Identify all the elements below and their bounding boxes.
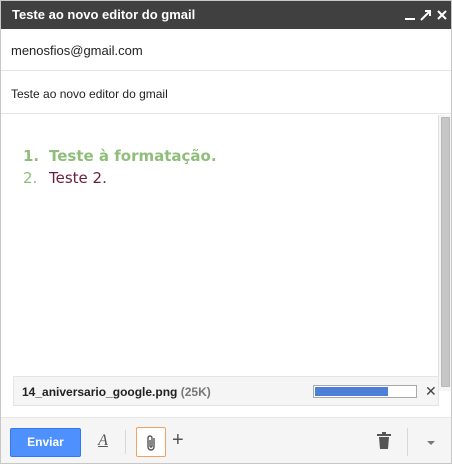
compose-title: Teste ao novo editor do gmail bbox=[12, 7, 196, 22]
numbered-list: 1. Teste à formatação. 2. Teste 2. bbox=[23, 145, 217, 189]
list-item-text: Teste à formatação. bbox=[49, 147, 217, 165]
send-button[interactable]: Enviar bbox=[10, 428, 81, 457]
list-item: 1. Teste à formatação. bbox=[23, 145, 217, 167]
scrollbar-thumb[interactable] bbox=[441, 117, 450, 387]
subject-text[interactable]: Teste ao novo editor do gmail bbox=[11, 87, 168, 101]
attachment-filename[interactable]: 14_aniversario_google.png (25K) bbox=[22, 385, 211, 399]
body-scrollbar[interactable] bbox=[438, 115, 451, 391]
minimize-icon[interactable] bbox=[403, 5, 417, 23]
paperclip-icon bbox=[147, 435, 155, 451]
attachment-name: 14_aniversario_google.png bbox=[22, 385, 178, 399]
recipients-field[interactable]: menosfios@gmail.com bbox=[1, 29, 451, 71]
close-icon[interactable] bbox=[435, 5, 449, 23]
compose-toolbar: Enviar A + bbox=[1, 417, 451, 463]
text-format-icon[interactable]: A bbox=[95, 432, 111, 452]
remove-attachment-icon[interactable]: ✕ bbox=[425, 383, 437, 400]
recipient-email[interactable]: menosfios@gmail.com bbox=[11, 43, 143, 58]
upload-progress-bar bbox=[313, 385, 417, 398]
compose-window: Teste ao novo editor do gmail menosfios@… bbox=[0, 0, 452, 464]
plus-icon[interactable]: + bbox=[172, 429, 184, 452]
attachment-size: (25K) bbox=[180, 385, 211, 399]
attachment-chip: 14_aniversario_google.png (25K) ✕ bbox=[13, 376, 439, 406]
upload-progress-fill bbox=[315, 387, 388, 396]
list-item-number: 2. bbox=[23, 169, 38, 187]
toolbar-divider bbox=[125, 430, 126, 454]
attach-file-button[interactable] bbox=[136, 427, 166, 457]
trash-icon[interactable] bbox=[376, 432, 392, 455]
more-options-button[interactable] bbox=[407, 428, 441, 456]
compose-titlebar[interactable]: Teste ao novo editor do gmail bbox=[1, 1, 451, 29]
list-item: 2. Teste 2. bbox=[23, 167, 217, 189]
list-item-text: Teste 2. bbox=[49, 169, 107, 187]
chevron-down-icon bbox=[427, 441, 435, 445]
expand-icon[interactable] bbox=[419, 5, 433, 23]
message-body[interactable]: 1. Teste à formatação. 2. Teste 2. bbox=[1, 115, 437, 373]
list-item-number: 1. bbox=[23, 147, 40, 165]
subject-field[interactable]: Teste ao novo editor do gmail bbox=[1, 72, 451, 114]
